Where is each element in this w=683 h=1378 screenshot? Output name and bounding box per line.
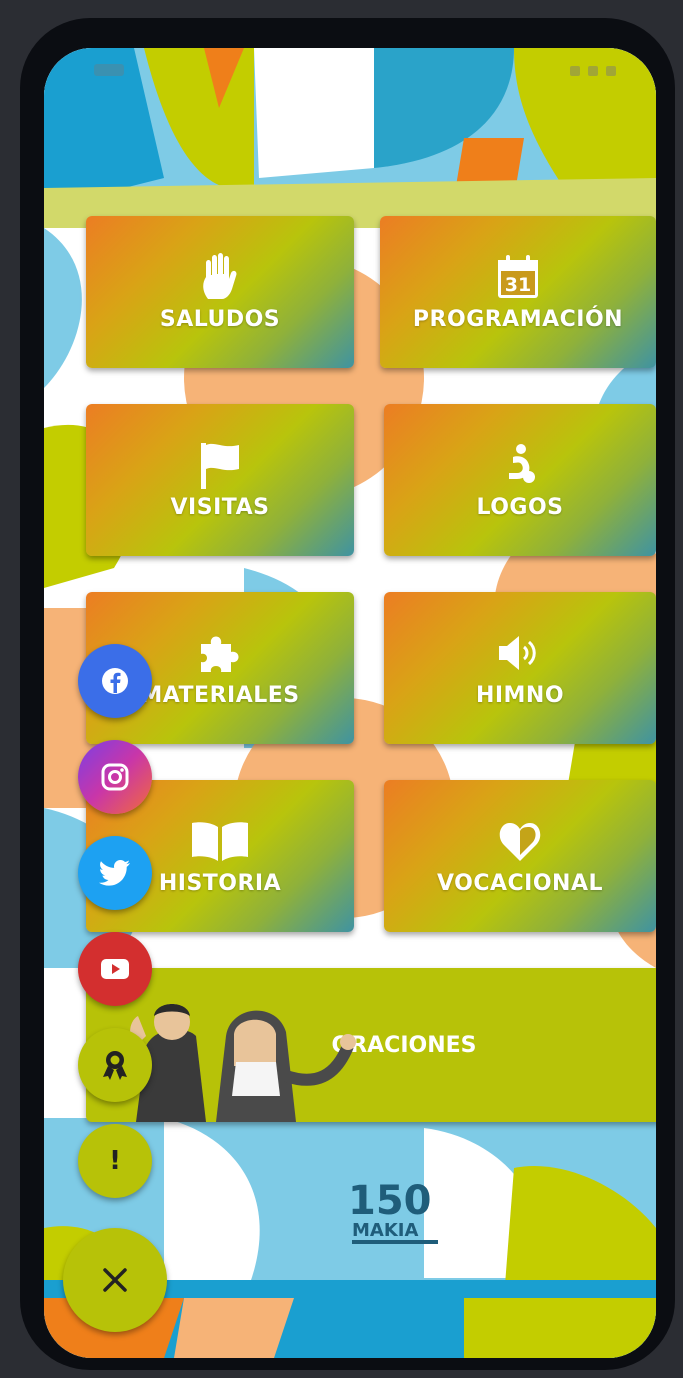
speaker-icon xyxy=(497,629,543,677)
youtube-button[interactable] xyxy=(78,932,152,1006)
battery-icon xyxy=(606,66,616,76)
tile-label: MATERIALES xyxy=(140,682,300,708)
award-icon xyxy=(103,1051,127,1080)
tile-saludos[interactable]: SALUDOS xyxy=(86,216,354,368)
instagram-button[interactable] xyxy=(78,740,152,814)
tile-visitas[interactable]: VISITAS xyxy=(86,404,354,556)
info-button[interactable]: ! xyxy=(78,1124,152,1198)
heart-icon xyxy=(498,817,542,865)
logo-figure-icon xyxy=(503,441,537,489)
hand-icon xyxy=(200,252,240,301)
youtube-icon xyxy=(101,959,129,979)
exclamation-icon: ! xyxy=(109,1146,121,1176)
facebook-button[interactable] xyxy=(78,644,152,718)
tile-label: PROGRAMACIÓN xyxy=(412,306,624,332)
twitter-button[interactable] xyxy=(78,836,152,910)
status-bar-icons xyxy=(570,66,616,76)
puzzle-icon xyxy=(197,629,243,677)
svg-text:150: 150 xyxy=(348,1178,432,1224)
tile-oraciones[interactable]: ORACIONES xyxy=(86,968,656,1122)
tile-label: SALUDOS xyxy=(159,306,281,332)
flag-icon xyxy=(199,441,241,489)
calendar-icon: 31 xyxy=(495,253,541,301)
wifi-icon xyxy=(588,66,598,76)
twitter-icon xyxy=(99,860,130,886)
tile-label: VISITAS xyxy=(170,494,270,520)
anniversary-logo-icon: 150 MAKIA xyxy=(348,1178,438,1244)
priest-and-nun-illustration xyxy=(130,1004,356,1122)
svg-text:MAKIA: MAKIA xyxy=(352,1220,418,1241)
tile-programacion[interactable]: 31 PROGRAMACIÓN xyxy=(380,216,656,368)
close-icon xyxy=(103,1268,127,1292)
facebook-icon xyxy=(102,668,128,694)
tile-label: HISTORIA xyxy=(158,870,282,896)
tile-label: HIMNO xyxy=(475,682,565,708)
close-button[interactable] xyxy=(63,1228,167,1332)
tile-logos[interactable]: LOGOS xyxy=(384,404,656,556)
status-bar-time xyxy=(94,64,124,76)
calendar-day: 31 xyxy=(505,274,531,296)
instagram-icon xyxy=(101,763,129,791)
tile-label: LOGOS xyxy=(476,494,564,520)
signal-icon xyxy=(570,66,580,76)
tile-vocacional[interactable]: VOCACIONAL xyxy=(384,780,656,932)
phone-frame: SALUDOS 31 PROGRAMACIÓN VISITAS LOGOS MA… xyxy=(20,18,675,1370)
award-button[interactable] xyxy=(78,1028,152,1102)
tile-himno[interactable]: HIMNO xyxy=(384,592,656,744)
book-icon xyxy=(190,817,250,865)
tile-label: VOCACIONAL xyxy=(436,870,603,896)
